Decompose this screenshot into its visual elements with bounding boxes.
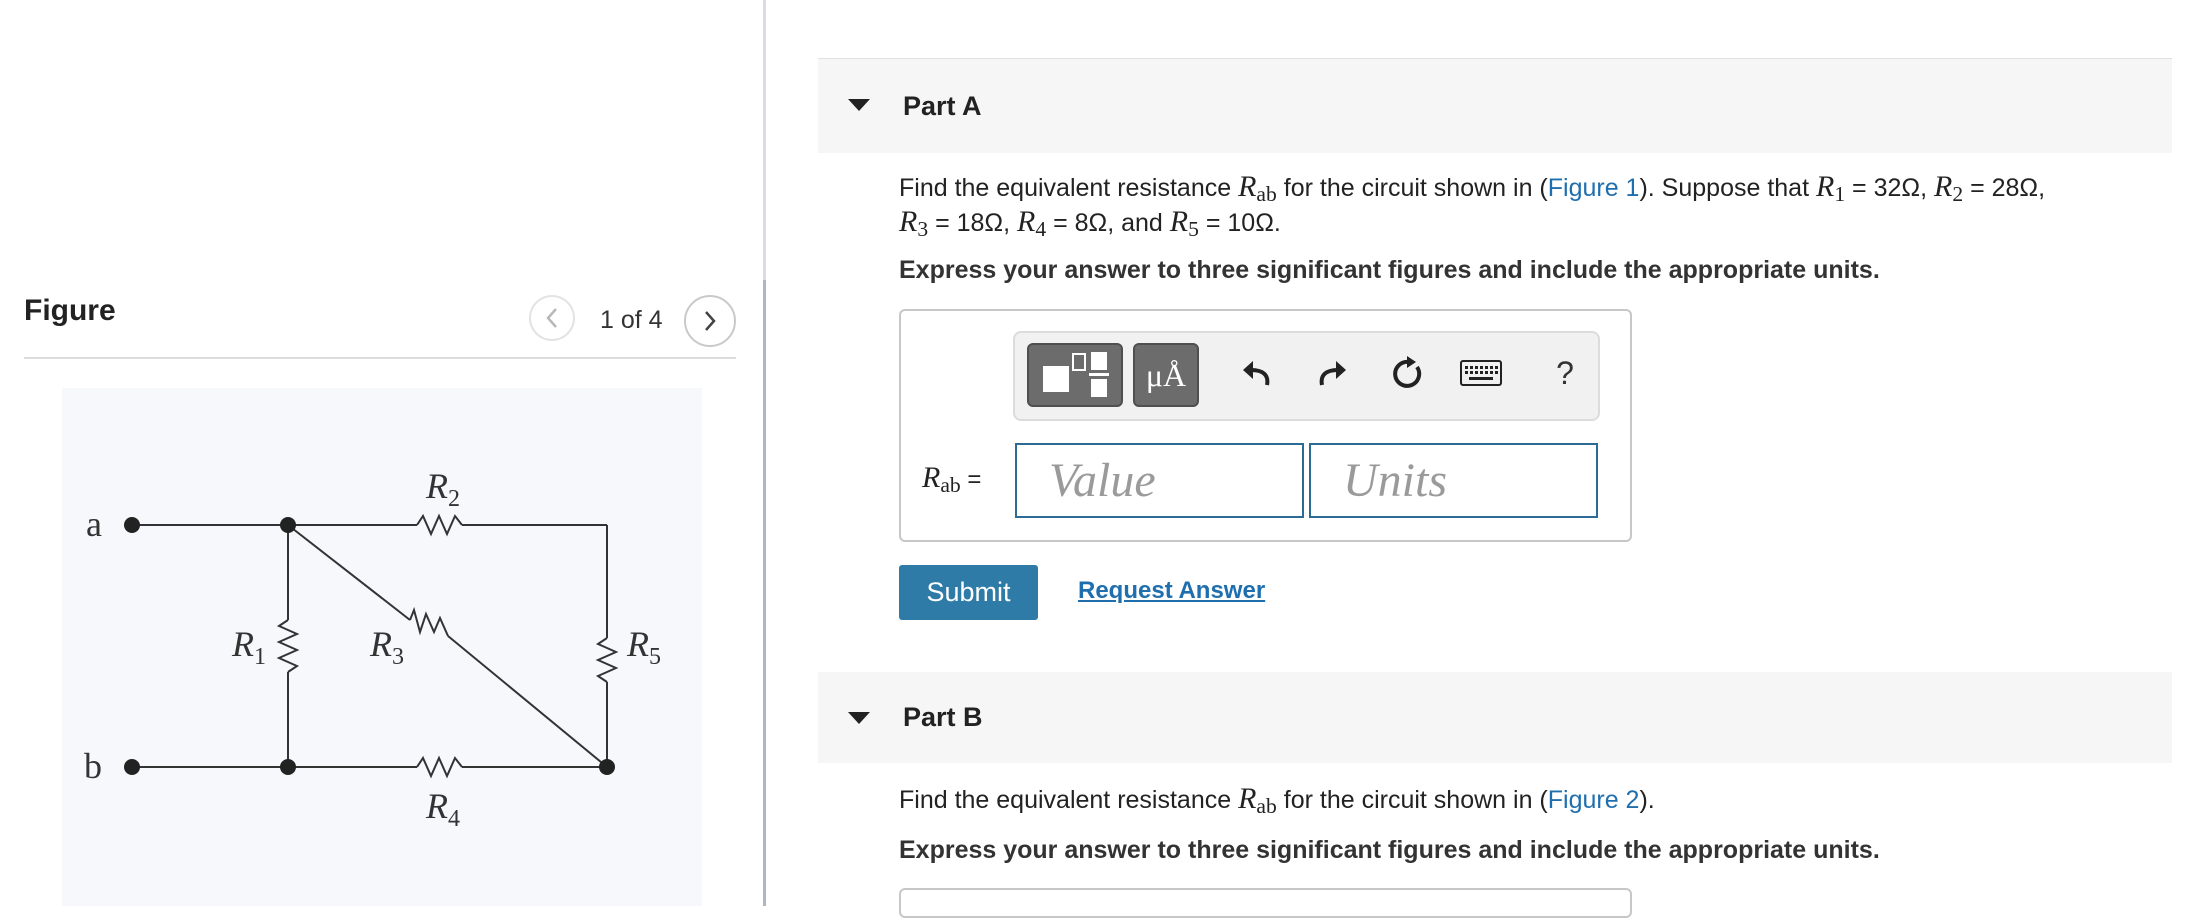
redo-icon bbox=[1319, 361, 1346, 386]
keyboard-icon bbox=[1460, 360, 1502, 386]
templates-icon bbox=[1043, 352, 1109, 397]
figure-pane: Figure 1 of 4 a b R2 R1 R3 R5 R4 bbox=[0, 0, 764, 906]
help-button[interactable]: ? bbox=[1543, 351, 1587, 395]
part-a-title: Part A bbox=[903, 91, 982, 121]
r5-label: R bbox=[626, 624, 649, 664]
reset-button[interactable] bbox=[1385, 351, 1429, 395]
resistor-r2 bbox=[416, 513, 463, 537]
figure-1-link[interactable]: Figure 1 bbox=[1548, 174, 1640, 202]
figure-counter: 1 of 4 bbox=[600, 306, 663, 334]
undo-button[interactable] bbox=[1235, 351, 1279, 395]
svg-text:R1: R1 bbox=[231, 624, 266, 670]
rab-symbol: Rab bbox=[1238, 170, 1277, 206]
collapse-caret-icon[interactable] bbox=[848, 99, 870, 111]
next-figure-button[interactable] bbox=[684, 295, 736, 347]
terminal-a-dot bbox=[124, 517, 140, 533]
node-top-left bbox=[280, 517, 296, 533]
resistor-r5 bbox=[595, 637, 619, 683]
answer-label: Rab = bbox=[922, 461, 982, 497]
figure-heading: Figure bbox=[24, 294, 116, 327]
terminal-b-label: b bbox=[84, 746, 102, 786]
r2-label: R bbox=[425, 466, 448, 506]
figure-2-link[interactable]: Figure 2 bbox=[1548, 786, 1640, 814]
resistor-r4 bbox=[416, 755, 463, 779]
svg-text:R2: R2 bbox=[425, 466, 460, 512]
terminal-b-dot bbox=[124, 759, 140, 775]
wire-r3-upper bbox=[287, 524, 411, 621]
r4-subscript: 4 bbox=[448, 806, 460, 832]
resistor-r3 bbox=[409, 606, 449, 637]
redo-button[interactable] bbox=[1310, 351, 1354, 395]
circuit-diagram: a b R2 R1 R3 R5 R4 bbox=[84, 466, 661, 832]
keyboard-button[interactable] bbox=[1458, 351, 1504, 395]
node-bottom-left bbox=[280, 759, 296, 775]
collapse-caret-icon[interactable] bbox=[848, 712, 870, 724]
units-input[interactable] bbox=[1309, 443, 1598, 518]
part-b-instruction: Express your answer to three significant… bbox=[899, 836, 1880, 864]
reset-icon bbox=[1393, 356, 1422, 388]
terminal-a-label: a bbox=[86, 504, 102, 544]
figure-divider bbox=[24, 357, 736, 359]
r3-label: R bbox=[369, 624, 392, 664]
wire-r3-lower bbox=[447, 635, 608, 768]
resistor-r1 bbox=[276, 619, 300, 673]
part-a-question: Find the equivalent resistance Rab for t… bbox=[899, 170, 2046, 241]
r5-subscript: 5 bbox=[649, 644, 661, 670]
part-b-question: Find the equivalent resistance Rab for t… bbox=[899, 782, 1655, 818]
undo-icon bbox=[1243, 361, 1270, 386]
part-a-instruction: Express your answer to three significant… bbox=[899, 256, 1880, 284]
part-a-header[interactable]: Part A bbox=[818, 58, 2172, 153]
node-bottom-right bbox=[599, 759, 615, 775]
previous-figure-button[interactable] bbox=[529, 295, 575, 341]
math-toolbar: μÅ ? bbox=[1013, 331, 1600, 421]
pane-divider-accent bbox=[763, 280, 766, 906]
units-button[interactable]: μÅ bbox=[1133, 343, 1199, 407]
rab-symbol: Rab bbox=[1238, 782, 1277, 818]
submit-button[interactable]: Submit bbox=[899, 565, 1038, 620]
svg-text:R3: R3 bbox=[369, 624, 404, 670]
templates-button[interactable] bbox=[1027, 343, 1123, 407]
r2-subscript: 2 bbox=[448, 486, 460, 512]
request-answer-link[interactable]: Request Answer bbox=[1078, 577, 1265, 605]
circuit-figure: a b R2 R1 R3 R5 R4 bbox=[62, 388, 702, 906]
r4-label: R bbox=[425, 786, 448, 826]
part-b-header[interactable]: Part B bbox=[818, 672, 2172, 763]
chevron-left-icon bbox=[546, 308, 557, 328]
r1-subscript: 1 bbox=[254, 644, 266, 670]
part-b-title: Part B bbox=[903, 702, 983, 732]
svg-text:R4: R4 bbox=[425, 786, 460, 832]
part-b-answer-panel bbox=[899, 888, 1632, 918]
value-input[interactable] bbox=[1015, 443, 1304, 518]
chevron-right-icon bbox=[705, 311, 716, 331]
svg-text:R5: R5 bbox=[626, 624, 661, 670]
r1-label: R bbox=[231, 624, 254, 664]
r3-subscript: 3 bbox=[392, 644, 404, 670]
